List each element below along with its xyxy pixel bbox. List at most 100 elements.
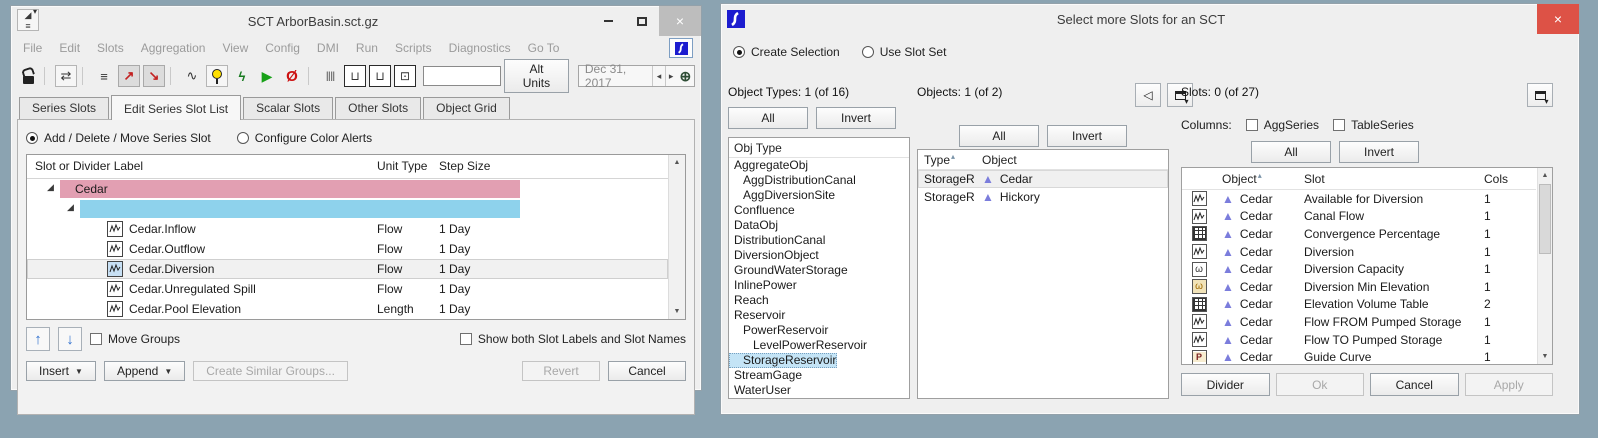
separator[interactable]	[44, 67, 50, 85]
aggseries-checkbox[interactable]: AggSeries	[1246, 118, 1319, 132]
append-button[interactable]: Append ▼	[104, 361, 185, 381]
tab[interactable]: Object Grid	[423, 97, 510, 119]
tab[interactable]: Edit Series Slot List	[111, 95, 241, 120]
goto-slot-icon[interactable]: ↘	[143, 65, 165, 87]
scroll-down-icon[interactable]: ▼	[1538, 349, 1552, 364]
object-type-item[interactable]: DistributionCanal	[729, 233, 909, 248]
object-type-item[interactable]: StorageReservoir	[729, 353, 837, 368]
selection-mode-radio[interactable]: Use Slot Set	[862, 45, 947, 59]
sct-flask-icon[interactable]	[206, 65, 228, 87]
tableseries-checkbox[interactable]: TableSeries	[1333, 118, 1414, 132]
objects-all-button[interactable]: All	[959, 125, 1039, 147]
column-header-label[interactable]: Slot or Divider Label	[35, 159, 143, 173]
row-list-icon[interactable]: ≡	[93, 65, 115, 87]
globe-icon[interactable]: ⊕	[677, 66, 694, 86]
column-header-step-size[interactable]: Step Size	[439, 159, 490, 173]
menu-item[interactable]: Run	[356, 41, 378, 55]
scroll-down-icon[interactable]: ▼	[669, 304, 685, 319]
object-type-item[interactable]: AggDistributionCanal	[729, 173, 909, 188]
slots-cols-column-header[interactable]: Cols	[1484, 172, 1536, 186]
scroll-up-icon[interactable]: ▲	[1538, 168, 1552, 183]
slot-row[interactable]: ω P Cedar Diversion Capacity	[1182, 260, 1536, 278]
slot-row[interactable]: ω P Cedar Canal Flow 1	[1182, 208, 1536, 226]
maximize-icon[interactable]	[625, 6, 659, 36]
menu-item[interactable]: Scripts	[395, 41, 432, 55]
open-slot-icon[interactable]: ↗	[118, 65, 140, 87]
slots-invert-button[interactable]: Invert	[1339, 141, 1419, 163]
move-up-button[interactable]: ↑	[26, 327, 50, 351]
slot-row[interactable]: ω P Cedar Flow FROM Pumped Storage	[1182, 313, 1536, 331]
object-type-item[interactable]: DiversionObject	[729, 248, 909, 263]
tab[interactable]: Other Slots	[335, 97, 421, 119]
menu-item[interactable]: Go To	[528, 41, 560, 55]
fit-column-icon[interactable]: ⊔	[344, 65, 366, 87]
menu-item[interactable]: Diagnostics	[449, 41, 511, 55]
slot-row[interactable]: ω P Cedar Diversion Min Elevation	[1182, 278, 1536, 296]
object-types-invert-button[interactable]: Invert	[816, 107, 896, 129]
timestep-lines-icon[interactable]: ‖‖	[319, 65, 341, 87]
object-row[interactable]: StorageR Cedar	[918, 170, 1168, 188]
slot-table-scrollbar[interactable]: ▲ ▼	[668, 155, 685, 319]
cancel-button[interactable]: Cancel	[1370, 373, 1459, 396]
plot-icon[interactable]: ∿	[181, 65, 203, 87]
object-type-item[interactable]: AggregateObj	[729, 158, 909, 173]
slot-row[interactable]: ω P Cedar Elevation Volume Table	[1182, 296, 1536, 314]
alt-units-button[interactable]: Alt Units	[504, 59, 569, 93]
selection-mode-radio[interactable]: Create Selection	[733, 45, 840, 59]
objects-object-column-header[interactable]: Object	[982, 153, 1017, 167]
menu-item[interactable]: File	[23, 41, 42, 55]
separator[interactable]	[82, 67, 88, 85]
fit-all-columns-icon[interactable]: ⊡	[394, 65, 416, 87]
object-type-item[interactable]: StreamGage	[729, 368, 909, 383]
separator[interactable]	[170, 67, 176, 85]
object-types-all-button[interactable]: All	[728, 107, 808, 129]
insert-button[interactable]: Insert ▼	[26, 361, 96, 381]
separator[interactable]	[308, 67, 314, 85]
menu-item[interactable]: DMI	[317, 41, 339, 55]
date-prev-icon[interactable]: ◂	[652, 66, 664, 86]
objects-invert-button[interactable]: Invert	[1047, 125, 1127, 147]
obj-type-column-header[interactable]: Obj Type	[729, 138, 909, 158]
mode-radio[interactable]: Configure Color Alerts	[237, 131, 372, 145]
slot-table-row[interactable]	[27, 199, 668, 219]
mode-radio[interactable]: Add / Delete / Move Series Slot	[26, 131, 211, 145]
fit-column-narrow-icon[interactable]: ⊔	[369, 65, 391, 87]
slot-row[interactable]: ω P Cedar Convergence Percentage	[1182, 225, 1536, 243]
move-down-button[interactable]: ↓	[58, 327, 82, 351]
revert-button[interactable]: Revert	[522, 361, 600, 381]
minimize-icon[interactable]	[591, 6, 625, 36]
menu-item[interactable]: Edit	[59, 41, 80, 55]
slot-table-row[interactable]: Cedar	[27, 179, 668, 199]
slots-all-button[interactable]: All	[1251, 141, 1331, 163]
date-next-icon[interactable]: ▸	[665, 66, 677, 86]
slot-table-row[interactable]: Cedar.Diversion Flow 1 Day	[27, 259, 668, 279]
tab[interactable]: Series Slots	[19, 97, 109, 119]
slot-table-row[interactable]: Cedar.Pool Elevation Length 1 Day	[27, 299, 668, 319]
object-type-item[interactable]: LevelPowerReservoir	[729, 338, 909, 353]
menu-item[interactable]: Config	[265, 41, 300, 55]
ok-button[interactable]: Ok	[1276, 373, 1365, 396]
script-runner-icon[interactable]: ϟ	[231, 65, 253, 87]
dialog-titlebar[interactable]: Select more Slots for an SCT ×	[721, 4, 1579, 34]
tab[interactable]: Scalar Slots	[243, 97, 333, 119]
slot-filter-input[interactable]	[423, 66, 501, 86]
menu-item[interactable]: Aggregation	[141, 41, 206, 55]
scroll-up-icon[interactable]: ▲	[669, 155, 685, 170]
slots-scrollbar[interactable]: ▲ ▼	[1537, 168, 1552, 364]
show-both-checkbox[interactable]: Show both Slot Labels and Slot Names	[460, 332, 686, 346]
apply-button[interactable]: Apply	[1465, 373, 1554, 396]
start-run-icon[interactable]: ▶	[256, 65, 278, 87]
cancel-run-icon[interactable]: Ø	[281, 65, 303, 87]
object-type-item[interactable]: Confluence	[729, 203, 909, 218]
lock-icon[interactable]	[17, 65, 39, 87]
object-type-item[interactable]: AggDiversionSite	[729, 188, 909, 203]
sync-slots-icon[interactable]: ⇄	[55, 65, 77, 87]
scrollbar-thumb[interactable]	[1539, 184, 1551, 254]
cancel-button[interactable]: Cancel	[608, 361, 686, 381]
slot-table-row[interactable]: Cedar.Unregulated Spill Flow 1 Day	[27, 279, 668, 299]
close-icon[interactable]: ×	[659, 6, 701, 36]
divider-button[interactable]: Divider	[1181, 373, 1270, 396]
slot-row[interactable]: ω P Cedar Diversion 1	[1182, 243, 1536, 261]
menu-item[interactable]: Slots	[97, 41, 124, 55]
slots-object-column-header[interactable]: Object▴	[1216, 172, 1304, 186]
